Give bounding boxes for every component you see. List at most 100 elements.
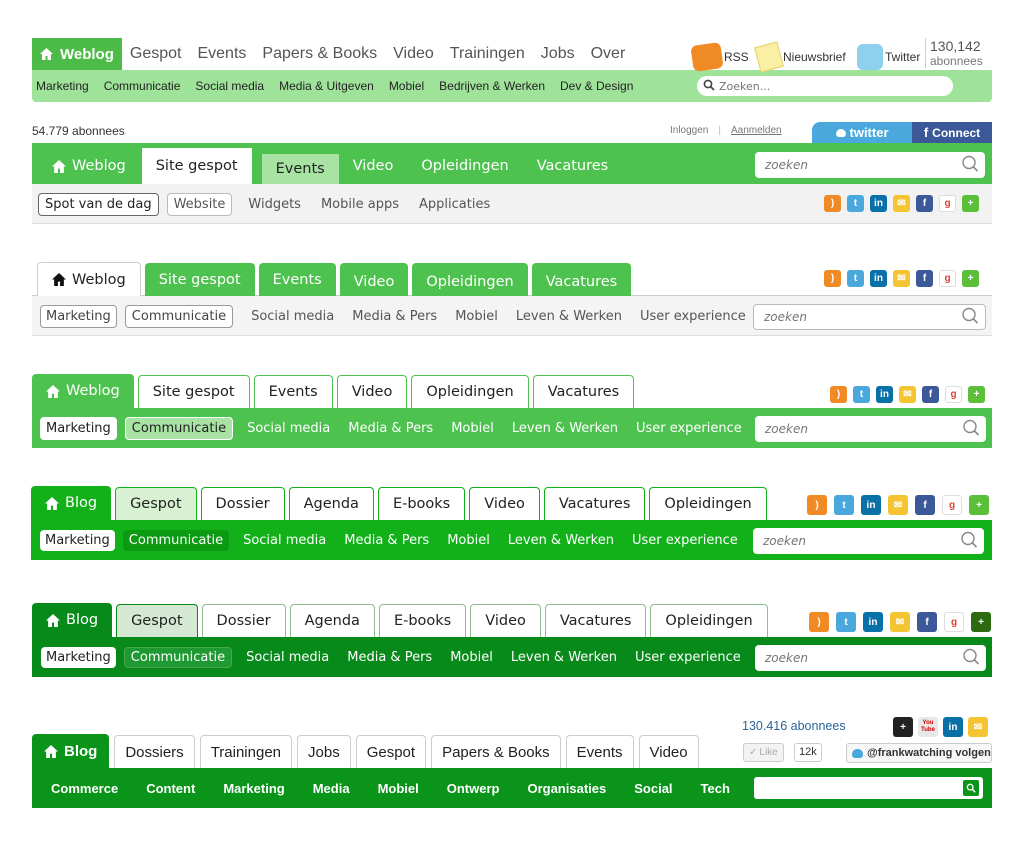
add-icon[interactable]: + <box>962 270 979 287</box>
add-icon[interactable]: + <box>971 612 991 632</box>
subnav-socialmedia-v6[interactable]: Social media <box>246 650 329 665</box>
mail-icon[interactable]: ✉ <box>893 195 910 212</box>
linkedin-icon[interactable]: in <box>943 717 963 737</box>
tab-blog-v7[interactable]: Blog <box>32 734 110 768</box>
twitter-icon[interactable]: t <box>836 612 856 632</box>
twitter-icon[interactable]: t <box>853 386 870 403</box>
google-icon[interactable]: g <box>944 612 964 632</box>
tab-weblog-v2[interactable]: Weblog <box>40 148 138 184</box>
search-box-v3[interactable] <box>753 304 986 330</box>
subnav-communicatie-v5[interactable]: Communicatie <box>122 529 230 551</box>
tab-vacatures-v5[interactable]: Vacatures <box>543 487 646 520</box>
connect-button-v2[interactable]: f Connect <box>912 122 992 143</box>
tab-opleidingen-v6[interactable]: Opleidingen <box>650 604 768 637</box>
search-icon[interactable] <box>963 780 979 796</box>
tab-gespot-v1[interactable]: Gespot <box>122 38 190 70</box>
tab-blog-v5[interactable]: Blog <box>31 486 112 520</box>
tab-trainingen-v7[interactable]: Trainingen <box>199 735 293 768</box>
rss-icon[interactable]: ) <box>807 495 827 515</box>
add-icon[interactable]: + <box>968 386 985 403</box>
tab-sitegespot-v4[interactable]: Site gespot <box>137 375 250 408</box>
subnav-widgets-v2[interactable]: Widgets <box>248 197 301 212</box>
twitter-link-v1[interactable]: Twitter <box>857 44 920 70</box>
subnav-mediapers-v6[interactable]: Media & Pers <box>347 650 432 665</box>
subnav-mediapers-v3[interactable]: Media & Pers <box>352 309 437 324</box>
search-input[interactable] <box>764 781 983 795</box>
tab-opleidingen-v3[interactable]: Opleidingen <box>412 263 528 296</box>
subnav-socialmedia-v5[interactable]: Social media <box>243 533 326 548</box>
subnav-communicatie-v3[interactable]: Communicatie <box>124 304 234 328</box>
tab-video-v4[interactable]: Video <box>336 375 408 408</box>
subnav-organisaties-v7[interactable]: Organisaties <box>527 781 606 796</box>
tab-video-v3[interactable]: Video <box>339 263 409 296</box>
tab-events-v7[interactable]: Events <box>565 735 634 768</box>
rss-icon[interactable]: ) <box>809 612 829 632</box>
tab-opleidingen-v2[interactable]: Opleidingen <box>407 148 522 184</box>
youtube-icon[interactable]: You Tube <box>918 717 938 737</box>
rss-link-v1[interactable]: RSS <box>690 42 749 72</box>
mail-icon[interactable]: ✉ <box>893 270 910 287</box>
rss-icon[interactable]: ) <box>824 270 841 287</box>
login-link[interactable]: Inloggen <box>670 125 708 136</box>
subnav-media-v1[interactable]: Media & Uitgeven <box>279 79 374 93</box>
google-icon[interactable]: g <box>942 495 962 515</box>
subnav-marketing-v5[interactable]: Marketing <box>40 529 115 551</box>
search-input[interactable] <box>763 534 984 548</box>
twitter-icon[interactable]: t <box>834 495 854 515</box>
tab-weblog-v3[interactable]: Weblog <box>37 262 141 296</box>
tab-ebooks-v6[interactable]: E-books <box>378 604 467 637</box>
subnav-mediapers-v5[interactable]: Media & Pers <box>344 533 429 548</box>
rss-icon[interactable]: ) <box>830 386 847 403</box>
tab-papers-v7[interactable]: Papers & Books <box>431 735 561 768</box>
search-box-v4[interactable] <box>755 416 986 442</box>
tab-ebooks-v5[interactable]: E-books <box>377 487 466 520</box>
subnav-mobiel-v4[interactable]: Mobiel <box>451 421 494 436</box>
tab-vacatures-v3[interactable]: Vacatures <box>531 263 632 296</box>
tab-weblog-v4[interactable]: Weblog <box>32 374 134 408</box>
google-icon[interactable]: g <box>945 386 962 403</box>
tab-over-v1[interactable]: Over <box>583 38 634 70</box>
search-box-v6[interactable] <box>755 645 986 671</box>
twitter-button-v2[interactable]: twitter <box>812 122 912 143</box>
tab-jobs-v1[interactable]: Jobs <box>533 38 583 70</box>
newsletter-link-v1[interactable]: Nieuwsbrief <box>754 41 846 73</box>
tab-sitegespot-v3[interactable]: Site gespot <box>144 263 255 296</box>
tab-vacatures-v2[interactable]: Vacatures <box>523 148 623 184</box>
tab-video-v6[interactable]: Video <box>470 604 541 637</box>
subnav-mobiel-v1[interactable]: Mobiel <box>389 79 424 93</box>
search-input[interactable] <box>765 651 986 665</box>
tab-opleidingen-v4[interactable]: Opleidingen <box>411 375 529 408</box>
search-box-v2[interactable] <box>755 152 985 178</box>
tab-events-v2[interactable]: Events <box>261 154 339 184</box>
subnav-leven-v6[interactable]: Leven & Werken <box>511 650 617 665</box>
subnav-ux-v3[interactable]: User experience <box>640 309 746 324</box>
subnav-marketing-v3[interactable]: Marketing <box>40 304 117 328</box>
tab-dossier-v6[interactable]: Dossier <box>201 604 286 637</box>
subnav-social-v7[interactable]: Social <box>634 781 672 796</box>
facebook-icon[interactable]: f <box>922 386 939 403</box>
mail-icon[interactable]: ✉ <box>888 495 908 515</box>
subnav-tech-v7[interactable]: Tech <box>701 781 730 796</box>
tab-agenda-v5[interactable]: Agenda <box>288 487 374 520</box>
search-box-v1[interactable] <box>697 76 953 96</box>
subnav-communicatie-v1[interactable]: Communicatie <box>104 79 181 93</box>
tab-gespot-v5[interactable]: Gespot <box>115 487 197 520</box>
tab-gespot-v7[interactable]: Gespot <box>355 735 427 768</box>
twitter-icon[interactable]: t <box>847 270 864 287</box>
subnav-mobiel-v7[interactable]: Mobiel <box>378 781 419 796</box>
subnav-marketing-v1[interactable]: Marketing <box>36 79 89 93</box>
subnav-socialmedia-v1[interactable]: Social media <box>195 79 264 93</box>
tab-weblog-v1[interactable]: Weblog <box>32 38 122 70</box>
subnav-ux-v6[interactable]: User experience <box>635 650 741 665</box>
subnav-marketing-v6[interactable]: Marketing <box>41 646 116 668</box>
subnav-mobiel-v5[interactable]: Mobiel <box>447 533 490 548</box>
search-box-v5[interactable] <box>753 528 984 554</box>
search-box-v7[interactable] <box>754 777 983 799</box>
subnav-mobiel-v6[interactable]: Mobiel <box>450 650 493 665</box>
linkedin-icon[interactable]: in <box>870 195 887 212</box>
mail-icon[interactable]: ✉ <box>899 386 916 403</box>
rss-icon[interactable]: ) <box>824 195 841 212</box>
subnav-marketing-v4[interactable]: Marketing <box>40 416 117 440</box>
facebook-icon[interactable]: f <box>916 195 933 212</box>
subnav-mobiel-v3[interactable]: Mobiel <box>455 309 498 324</box>
